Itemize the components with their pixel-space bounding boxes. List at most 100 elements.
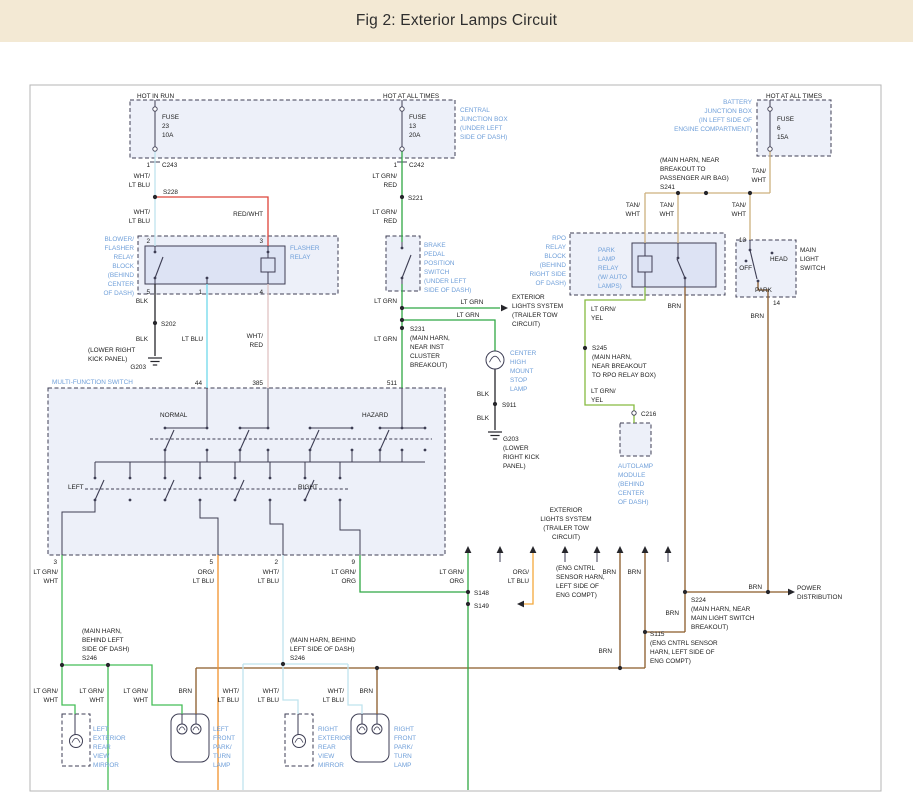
wire-label: LT GRN/ [123, 688, 148, 695]
wire-label: 3 [259, 238, 263, 245]
switch-contact [199, 499, 202, 502]
switch-contact [164, 449, 167, 452]
component-label: LEFT [213, 726, 229, 733]
switch-contact [339, 499, 342, 502]
wire-label: WHT [731, 211, 746, 218]
wire-label: CIRCUIT) [552, 534, 580, 541]
component-label: PARK/ [394, 744, 413, 751]
wire-label: NORMAL [160, 412, 188, 419]
wire-label: C216 [641, 411, 657, 418]
wire-label: EXTERIOR [550, 507, 583, 514]
wire-label: BREAKOUT) [410, 362, 447, 369]
wire-label: SENSOR HARN, [556, 574, 605, 581]
switch-contact [267, 427, 270, 430]
wire-label: POWER [797, 585, 822, 592]
component-label: LEFT [93, 726, 109, 733]
component-label: LAMP [510, 386, 527, 393]
wire-label: S202 [161, 321, 176, 328]
component-label: VIEW [93, 753, 110, 760]
splice-dot [400, 326, 404, 330]
wire-label: WHT [625, 211, 640, 218]
switch-contact [129, 499, 132, 502]
wire-label: KICK PANEL) [88, 356, 127, 363]
splice-dot [676, 191, 680, 195]
figure-title: Fig 2: Exterior Lamps Circuit [356, 12, 557, 30]
wire-label: BRN [666, 610, 680, 617]
wire-label: (MAIN HARN, NEAR [660, 157, 720, 164]
wire-label: HOT IN RUN [137, 93, 175, 100]
switch-contact [424, 449, 427, 452]
wire-label: S115 [650, 631, 665, 638]
switch-contact [164, 427, 167, 430]
component-label: REAR [318, 744, 336, 751]
wire-label: LT BLU [182, 336, 203, 343]
component-label: MODULE [618, 472, 645, 479]
switch-contact [401, 247, 404, 250]
wire-label: 20A [409, 132, 421, 139]
splice-dot [153, 321, 157, 325]
wire-label: OFF [739, 265, 752, 272]
wire-label: 5 [146, 289, 150, 296]
splice-dot [466, 590, 470, 594]
switch-contact [424, 427, 427, 430]
wire-label: WHT/ [134, 173, 151, 180]
wire-label: S149 [474, 603, 489, 610]
wire-label: RED [250, 342, 264, 349]
wire-label: RED [384, 182, 398, 189]
splice-dot [281, 662, 285, 666]
switch-contact [351, 449, 354, 452]
terminal-ring [153, 107, 157, 111]
splice-dot [493, 402, 497, 406]
wire-label: (TRAILER TOW [512, 312, 559, 319]
switch-contact [745, 260, 748, 263]
component-label: SIDE OF DASH) [424, 287, 471, 294]
wire-label: (TRAILER TOW [543, 525, 590, 532]
splice-dot [400, 318, 404, 322]
wire-label: S231 [410, 326, 425, 333]
switch-contact [94, 477, 97, 480]
switch-contact [677, 257, 680, 260]
wire-label: 14 [773, 300, 781, 307]
switch-contact [164, 499, 167, 502]
terminal-ring [768, 147, 772, 151]
switch-contact [771, 252, 774, 255]
wire-label: 2 [274, 559, 278, 566]
splice-dot [618, 666, 622, 670]
wire-label: LIGHTS SYSTEM [512, 303, 563, 310]
terminal-ring [768, 107, 772, 111]
component-label: FRONT [394, 735, 416, 742]
wire-label: BRN [603, 569, 617, 576]
wire-label: HOT AT ALL TIMES [766, 93, 822, 100]
component-label: LAMP [213, 762, 230, 769]
wire-label: LT GRN/ [331, 569, 356, 576]
component-label: ENGINE COMPARTMENT) [674, 126, 752, 133]
wire-label: FUSE [777, 116, 794, 123]
component-label: MULTI-FUNCTION SWITCH [52, 379, 133, 386]
component-label: PEDAL [424, 251, 445, 258]
wire-label: WHT [43, 578, 58, 585]
wire-label: PARK [755, 287, 773, 294]
wire-label: LT GRN/ [591, 306, 616, 313]
component-label: OF DASH) [618, 499, 649, 506]
wire-label: BLK [136, 298, 149, 305]
terminal-ring [400, 107, 404, 111]
wire-label: DISTRIBUTION [797, 594, 842, 601]
wire-label: LT BLU [508, 578, 529, 585]
component-label: BLOWER/ [105, 236, 135, 243]
diagram-area: HOT IN RUNHOT AT ALL TIMESHOT AT ALL TIM… [0, 42, 913, 806]
switch-contact [234, 477, 237, 480]
terminal-ring [400, 147, 404, 151]
wire-label: 511 [387, 380, 398, 387]
switch-contact [401, 449, 404, 452]
wire-label: YEL [591, 315, 604, 322]
splice-dot [748, 191, 752, 195]
wire-label: WHT [89, 697, 104, 704]
component-label: JUNCTION BOX [460, 116, 508, 123]
switch-contact [206, 427, 209, 430]
component-label: RELAY [290, 254, 311, 261]
switch-contact [269, 499, 272, 502]
wire-label: BLK [477, 415, 490, 422]
wire-label: BRN [668, 303, 682, 310]
component-label: LAMP [598, 256, 615, 263]
wire-label: ORG [449, 578, 464, 585]
